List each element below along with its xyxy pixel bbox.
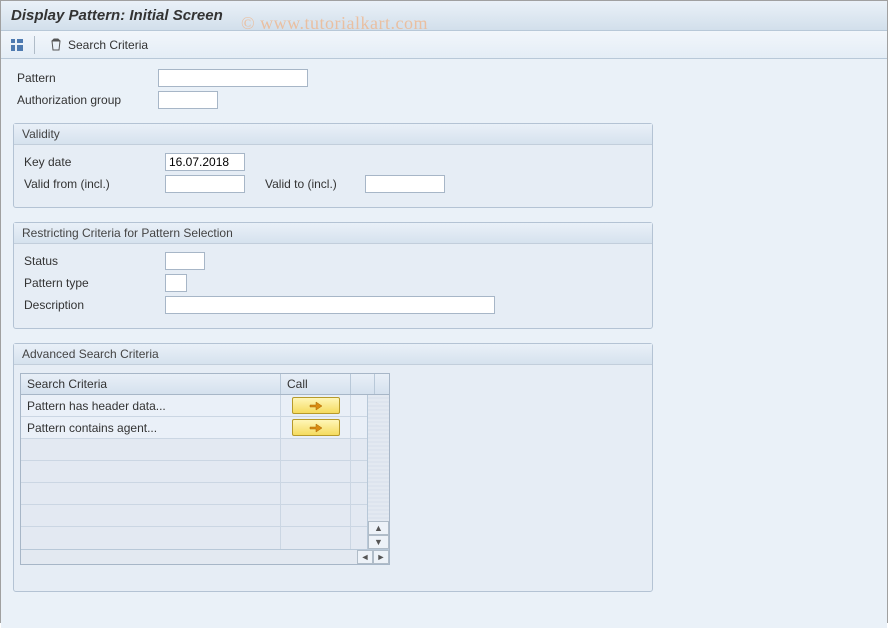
validfrom-input[interactable] (165, 175, 245, 193)
status-input[interactable] (165, 252, 205, 270)
validto-label: Valid to (incl.) (245, 177, 365, 191)
patterntype-input[interactable] (165, 274, 187, 292)
arrow-right-icon (309, 401, 323, 411)
advanced-table-header: Search Criteria Call (21, 374, 389, 395)
scrollbar[interactable]: ▲ ▼ (367, 395, 389, 549)
grid-icon[interactable] (9, 37, 25, 53)
validto-input[interactable] (365, 175, 445, 193)
description-label: Description (20, 298, 165, 312)
authgroup-input[interactable] (158, 91, 218, 109)
row2-label: Pattern contains agent... (21, 417, 281, 438)
table-row (21, 439, 367, 461)
status-label: Status (20, 254, 165, 268)
table-row (21, 527, 367, 549)
page-title-text: Display Pattern: Initial Screen (11, 7, 223, 24)
call-button[interactable] (292, 419, 340, 436)
validfrom-label: Valid from (incl.) (20, 177, 165, 191)
hscroll-right-icon[interactable]: ► (373, 550, 389, 564)
scroll-up-icon[interactable]: ▲ (368, 521, 389, 535)
advanced-table: Search Criteria Call Pattern has header … (20, 373, 390, 565)
col-search-criteria[interactable]: Search Criteria (21, 374, 281, 394)
trash-icon (48, 37, 64, 53)
hscroll-left-icon[interactable]: ◄ (357, 550, 373, 564)
toolbar-separator (34, 36, 35, 54)
call-button[interactable] (292, 397, 340, 414)
validity-group: Validity Key date Valid from (incl.) Val… (13, 123, 653, 208)
toolbar: Search Criteria (1, 31, 887, 59)
validity-group-title: Validity (14, 124, 652, 145)
page-title: Display Pattern: Initial Screen (1, 1, 887, 31)
delete-search-criteria-button[interactable]: Search Criteria (44, 35, 152, 55)
col-scroll-header (351, 374, 375, 394)
keydate-label: Key date (20, 155, 165, 169)
patterntype-label: Pattern type (20, 276, 165, 290)
description-input[interactable] (165, 296, 495, 314)
scroll-down-icon[interactable]: ▼ (368, 535, 389, 549)
restricting-group-title: Restricting Criteria for Pattern Selecti… (14, 223, 652, 244)
arrow-right-icon (309, 423, 323, 433)
table-row (21, 483, 367, 505)
table-row (21, 461, 367, 483)
advanced-group: Advanced Search Criteria Search Criteria… (13, 343, 653, 592)
search-criteria-label: Search Criteria (68, 38, 148, 52)
keydate-input[interactable] (165, 153, 245, 171)
table-row: Pattern has header data... (21, 395, 367, 417)
row1-label: Pattern has header data... (21, 395, 281, 416)
table-row (21, 505, 367, 527)
authgroup-label: Authorization group (13, 93, 158, 107)
col-call[interactable]: Call (281, 374, 351, 394)
pattern-input[interactable] (158, 69, 308, 87)
table-row: Pattern contains agent... (21, 417, 367, 439)
restricting-group: Restricting Criteria for Pattern Selecti… (13, 222, 653, 329)
content-area: © www.tutorialkart.com Pattern Authoriza… (1, 59, 887, 628)
pattern-label: Pattern (13, 71, 158, 85)
advanced-group-title: Advanced Search Criteria (14, 344, 652, 365)
